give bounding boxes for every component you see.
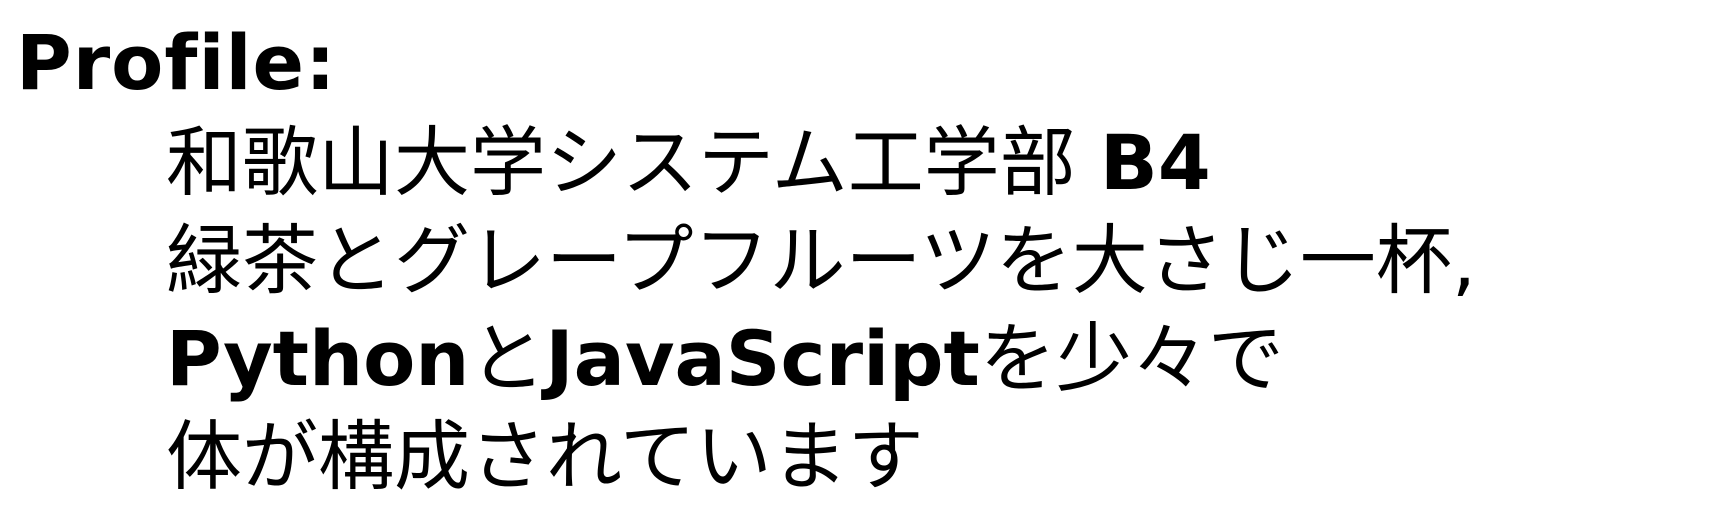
profile-heading: Profile: (16, 18, 337, 107)
profile-slide: Profile: 和歌山大学システム工学部 B4 緑茶とグレープフルーツを大さじ… (0, 0, 1722, 520)
profile-line-languages: PythonとJavaScriptを少々で (166, 310, 1476, 408)
javascript-text: JavaScript (545, 314, 980, 403)
connector-text: と (469, 314, 546, 403)
python-text: Python (166, 314, 470, 403)
profile-line-body: 体が構成されています (166, 412, 924, 501)
affiliation-text: 和歌山大学システム工学部 (166, 118, 1100, 207)
grade-text: B4 (1099, 118, 1211, 207)
languages-rest-text: を少々で (979, 314, 1284, 403)
profile-lines: 和歌山大学システム工学部 B4 緑茶とグレープフルーツを大さじ一杯, Pytho… (166, 114, 1476, 506)
profile-line-tea: 緑茶とグレープフルーツを大さじ一杯, (166, 216, 1477, 305)
profile-line-affiliation: 和歌山大学システム工学部 B4 (166, 114, 1476, 212)
